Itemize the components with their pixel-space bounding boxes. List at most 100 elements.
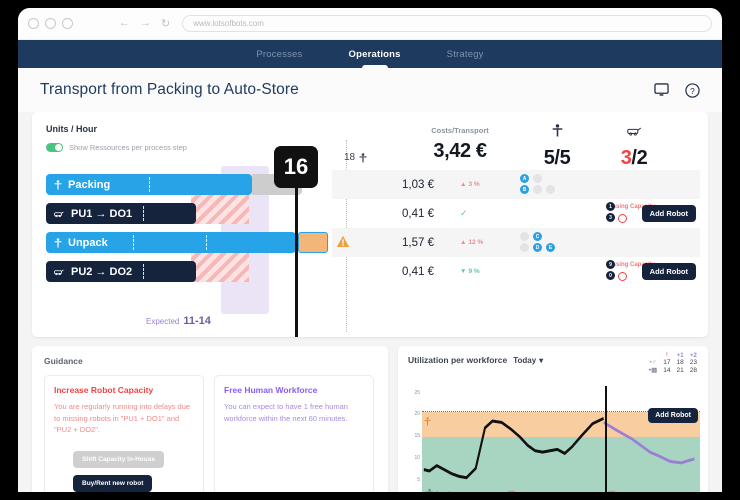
table-row: •▩ 14 21 28 [646, 366, 700, 375]
y-tick: 15 [414, 432, 420, 439]
shift-capacity-button[interactable]: Shift Capacity In-House [73, 451, 164, 468]
y-tick: 25 [414, 389, 420, 396]
cost-delta: ▲ 3 % [460, 181, 480, 188]
metrics-row-packing: 1,03 € ▲ 3 % A B [332, 170, 700, 199]
person-icon [424, 417, 431, 426]
worker-avatars[interactable]: C D E [520, 232, 557, 252]
url-bar[interactable]: www.lotsofbots.com [182, 15, 712, 32]
guidance-card: Guidance Increase Robot Capacity You are… [32, 346, 388, 492]
header-actions: ? [654, 82, 700, 98]
guidance-heading: Increase Robot Capacity [54, 385, 154, 395]
stat-label: Costs/Transport [431, 126, 489, 135]
add-robot-button[interactable]: Add Robot [648, 408, 698, 423]
reload-icon[interactable]: ↻ [161, 17, 170, 30]
page-title: Transport from Packing to Auto-Store [40, 81, 299, 98]
table-header-row: ⍿ +1 +2 [646, 352, 700, 359]
page-body: Units / Hour Show Ressources per process… [18, 112, 722, 492]
stat-robots: 3/2 [594, 124, 674, 170]
guidance-item-free-workforce[interactable]: Free Human Workforce You can expect to h… [214, 375, 374, 492]
person-icon [359, 152, 367, 162]
avatar[interactable]: C [533, 232, 542, 241]
window-controls[interactable] [28, 18, 73, 29]
add-robot-button[interactable]: Add Robot [641, 263, 696, 280]
nav-tab-processes[interactable]: Processes [254, 43, 304, 66]
resources-toggle[interactable] [46, 143, 63, 152]
status-check-icon: ✓ [460, 208, 468, 218]
process-bar-pu1-do1[interactable]: PU1 → DO1 [46, 203, 196, 224]
chart-lines [423, 416, 695, 480]
stat-value: 3,42 € [433, 140, 487, 162]
chart-plot-area: 25 20 15 10 5 Add Robot [414, 386, 700, 492]
overflow-segment[interactable] [298, 232, 328, 253]
close-dot-icon[interactable] [28, 18, 39, 29]
warning-triangle-icon[interactable] [336, 235, 350, 248]
robot-badges[interactable]: 1 3 [606, 202, 617, 222]
resources-toggle-label: Show Ressources per process step [69, 143, 187, 152]
robot-badge[interactable]: 9 [606, 260, 615, 269]
guidance-item-robot-capacity[interactable]: Increase Robot Capacity You are regularl… [44, 375, 204, 492]
process-bar-packing[interactable]: Packing [46, 174, 252, 195]
cell-value: 17 [663, 359, 671, 366]
stat-costs-transport: Costs/Transport 3,42 € [390, 126, 530, 163]
forward-arrow-icon[interactable]: → [140, 17, 151, 30]
range-value: Today [513, 355, 537, 365]
browser-nav-buttons[interactable]: ← → ↻ [119, 17, 170, 30]
scale-value: 18 [344, 152, 356, 163]
bottom-section: Guidance Increase Robot Capacity You are… [32, 346, 708, 492]
avatar[interactable]: B [520, 185, 529, 194]
maximize-dot-icon[interactable] [62, 18, 73, 29]
nav-tab-operations[interactable]: Operations [347, 43, 403, 66]
gantt-row-pu2do2: PU2 → DO2 [46, 253, 332, 286]
worker-avatars[interactable]: A B [520, 174, 557, 194]
actual-utilization-line [423, 416, 604, 480]
avatar-empty[interactable] [520, 243, 529, 252]
metrics-rows: 1,03 € ▲ 3 % A B 0,41 € ✓ Missing Capacit… [332, 170, 700, 286]
url-text: www.lotsofbots.com [193, 19, 264, 28]
process-bar-pu2-do2[interactable]: PU2 → DO2 [46, 261, 196, 282]
question-circle-icon[interactable]: ? [685, 82, 700, 98]
add-robot-button[interactable]: Add Robot [641, 205, 696, 222]
process-name: Packing [68, 178, 111, 191]
forecast-table: ⍿ +1 +2 •♂ 17 18 23 •▩ 14 21 28 [646, 352, 700, 374]
robot-badges[interactable]: 9 0 [606, 260, 617, 280]
avatar-empty[interactable] [533, 174, 542, 183]
chevron-down-icon: ▾ [539, 355, 544, 365]
guidance-card-list: Increase Robot Capacity You are regularl… [44, 375, 376, 492]
avatar-empty[interactable] [520, 232, 529, 241]
gantt-row-pu1do1: PU1 → DO1 [46, 195, 332, 228]
today-icon: ⍿ [666, 352, 668, 358]
buy-rent-robot-button[interactable]: Buy/Rent new robot [73, 475, 153, 492]
cost-value: 0,41 € [402, 265, 434, 278]
avatar-empty[interactable] [533, 185, 542, 194]
svg-text:?: ? [690, 85, 695, 95]
guidance-text: You can expect to have 1 free human work… [224, 402, 348, 423]
nav-tab-strategy[interactable]: Strategy [445, 43, 486, 66]
robot-badge[interactable]: 1 [606, 202, 615, 211]
back-arrow-icon[interactable]: ← [119, 17, 130, 30]
chart-bands: + 16 [422, 386, 700, 492]
robot-badge[interactable]: 3 [606, 213, 615, 222]
chart-title: Utilization per workforce [408, 355, 508, 365]
missing-robot-circle-icon [618, 214, 627, 223]
robot-icon [508, 490, 516, 492]
avatar-empty[interactable] [546, 185, 555, 194]
minimize-dot-icon[interactable] [45, 18, 56, 29]
robot-badge[interactable]: 0 [606, 271, 615, 280]
person-icon [54, 237, 62, 247]
avatar[interactable]: D [533, 243, 542, 252]
browser-chrome: ← → ↻ www.lotsofbots.com [18, 8, 722, 40]
range-select[interactable]: Today ▾ [513, 356, 543, 365]
now-marker-badge: 16 [274, 146, 318, 188]
metrics-row-pu2do2: 0,41 € ▼ 9 % Missing Capacity 9 0 Add Rob… [332, 257, 700, 286]
metrics-row-unpack: 1,57 € ▲ 12 % C D E [332, 228, 700, 257]
robot-icon [54, 269, 64, 275]
process-bar-unpack[interactable]: Unpack [46, 232, 296, 253]
now-line [295, 176, 298, 337]
monitor-icon[interactable] [654, 83, 669, 97]
avatar[interactable]: E [546, 243, 555, 252]
forecast-utilization-line [603, 421, 695, 465]
robot-icon [54, 211, 64, 217]
bar-divider [133, 235, 134, 250]
cost-delta: ▲ 12 % [460, 239, 484, 246]
avatar[interactable]: A [520, 174, 529, 183]
